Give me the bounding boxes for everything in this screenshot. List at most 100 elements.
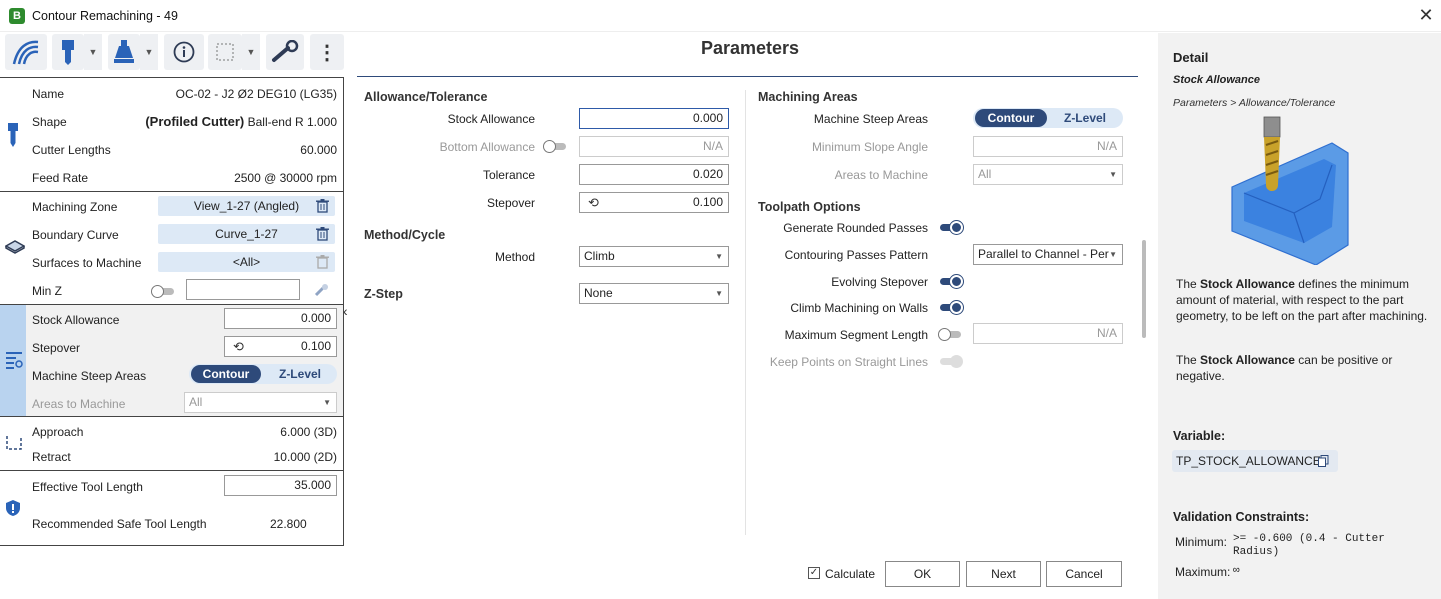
steep-areas-label: Machine Steep Areas [32, 369, 147, 383]
toolpath-button[interactable] [5, 34, 47, 70]
stock-allowance-input[interactable]: 0.000 [579, 108, 729, 129]
note-bold: Stock Allowance [1200, 353, 1295, 367]
max-segment-toggle[interactable] [938, 328, 963, 341]
areas-to-machine-select: All ▼ [973, 164, 1123, 185]
areas-to-machine-value: All [189, 395, 203, 409]
boundary-curve-value[interactable]: Curve_1-27 [158, 224, 335, 244]
evolving-stepover-toggle[interactable] [938, 275, 963, 288]
contour-option[interactable]: Contour [975, 109, 1047, 127]
stock-dropdown[interactable]: ▼ [242, 34, 260, 70]
holder-dropdown[interactable]: ▼ [140, 34, 158, 70]
stepover-input[interactable]: ⟲ 0.100 [579, 192, 729, 213]
pick-icon[interactable] [314, 283, 330, 297]
variable-value: TP_STOCK_ALLOWANCE [1176, 454, 1321, 468]
tool-icon [8, 123, 18, 147]
steep-areas-label: Machine Steep Areas [813, 112, 928, 126]
z-level-option[interactable]: Z-Level [1049, 109, 1121, 127]
ok-button[interactable]: OK [885, 561, 960, 587]
min-z-label: Min Z [32, 284, 62, 298]
tolerance-label: Tolerance [482, 168, 535, 182]
variable-label: Variable: [1173, 429, 1226, 443]
boundary-curve-label: Boundary Curve [32, 228, 119, 242]
areas-to-machine-select: All ▼ [184, 392, 337, 413]
detail-panel: Detail Stock Allowance Parameters > Allo… [1158, 33, 1441, 599]
steep-areas-segmented[interactable]: Contour Z-Level [973, 108, 1123, 128]
chevron-down-icon: ▼ [715, 252, 723, 261]
shape-rest: Ball-end R 1.000 [247, 115, 337, 129]
detail-note: The Stock Allowance can be positive or n… [1176, 352, 1431, 384]
tool-dropdown[interactable]: ▼ [84, 34, 102, 70]
stepover-value: 0.100 [300, 339, 331, 353]
wrench-button[interactable] [266, 34, 304, 70]
steep-areas-segmented[interactable]: Contour Z-Level [189, 364, 337, 384]
retract-value: 10.000 (2D) [273, 450, 337, 464]
cutter-lengths-value: 60.000 [300, 143, 337, 157]
scrollbar[interactable] [1142, 240, 1146, 338]
next-button[interactable]: Next [966, 561, 1041, 587]
chevron-down-icon: ▼ [144, 47, 154, 57]
min-z-toggle[interactable] [151, 285, 176, 298]
minimum-label: Minimum: [1175, 535, 1228, 549]
trash-icon[interactable] [316, 227, 329, 241]
trash-icon[interactable] [316, 199, 329, 213]
rounded-passes-toggle[interactable] [938, 221, 963, 234]
surfaces-label: Surfaces to Machine [32, 256, 142, 270]
stock-allowance-input[interactable]: 0.000 [224, 308, 337, 329]
min-slope-label: Minimum Slope Angle [811, 140, 928, 154]
bottom-allowance-input: N/A [579, 136, 729, 157]
summary-panel: Name OC-02 - J2 Ø2 DEG10 (LG35) Shape (P… [0, 77, 344, 546]
climb-walls-toggle[interactable] [938, 301, 963, 314]
max-segment-label: Maximum Segment Length [784, 328, 928, 342]
z-level-option[interactable]: Z-Level [265, 365, 335, 383]
stock-button[interactable] [208, 34, 242, 70]
calculate-checkbox[interactable]: ✓ [808, 567, 820, 579]
tolerance-input[interactable]: 0.020 [579, 164, 729, 185]
stepover-mode-icon[interactable]: ⟲ [588, 193, 599, 212]
params-section: Stock Allowance 0.000 Stepover ⟲ 0.100 M… [0, 305, 343, 417]
stock-allowance-illustration [1231, 116, 1349, 265]
note-text: The [1176, 353, 1201, 367]
min-z-input[interactable] [186, 279, 300, 300]
method-select[interactable]: Climb ▼ [579, 246, 729, 267]
page-title: Parameters [700, 38, 800, 58]
climb-walls-label: Climb Machining on Walls [790, 301, 928, 315]
machining-zone-value[interactable]: View_1-27 (Angled) [158, 196, 335, 216]
tool-name-label: Name [32, 87, 65, 101]
surfaces-value[interactable]: <All> [158, 252, 335, 272]
detail-heading: Detail [1173, 50, 1209, 65]
passes-pattern-select[interactable]: Parallel to Channel - Per ▼ [973, 244, 1123, 265]
tool-section: Name OC-02 - J2 Ø2 DEG10 (LG35) Shape (P… [0, 78, 343, 192]
info-icon [173, 41, 195, 63]
feed-rate-label: Feed Rate [32, 171, 89, 185]
bottom-allowance-toggle[interactable] [543, 140, 568, 153]
stepover-input[interactable]: ⟲ 0.100 [224, 336, 337, 357]
stepover-mode-icon[interactable]: ⟲ [233, 337, 244, 356]
more-options-icon[interactable]: ⋮ [310, 34, 344, 70]
holder-button[interactable] [108, 34, 140, 70]
effective-tool-length-input[interactable]: 35.000 [224, 475, 337, 496]
machining-areas-heading: Machining Areas [758, 90, 858, 104]
approach-value: 6.000 (3D) [280, 425, 337, 439]
passes-pattern-label: Contouring Passes Pattern [784, 248, 928, 262]
retract-label: Retract [32, 450, 71, 464]
shape-bold: (Profiled Cutter) [145, 114, 245, 129]
recommended-length-value: 22.800 [270, 517, 307, 531]
z-step-value: None [584, 286, 613, 300]
z-step-select[interactable]: None ▼ [579, 283, 729, 304]
info-button[interactable] [164, 34, 204, 70]
chevron-down-icon: ▼ [1109, 170, 1117, 179]
machining-zone-label: Machining Zone [32, 200, 118, 214]
collapse-panel-icon[interactable]: ‹ [343, 303, 348, 319]
bottom-allowance-label: Bottom Allowance [439, 140, 535, 154]
tool-button[interactable] [52, 34, 84, 70]
chevron-down-icon: ▼ [323, 398, 331, 407]
rounded-passes-label: Generate Rounded Passes [783, 221, 928, 235]
close-icon[interactable]: ✕ [1416, 5, 1436, 25]
parameters-icon [6, 352, 23, 369]
copy-icon[interactable] [1318, 455, 1329, 467]
contour-option[interactable]: Contour [191, 365, 261, 383]
keep-points-toggle [938, 355, 963, 368]
tool-name-value: OC-02 - J2 Ø2 DEG10 (LG35) [175, 87, 337, 101]
maximum-label: Maximum: [1175, 565, 1231, 579]
cancel-button[interactable]: Cancel [1046, 561, 1122, 587]
